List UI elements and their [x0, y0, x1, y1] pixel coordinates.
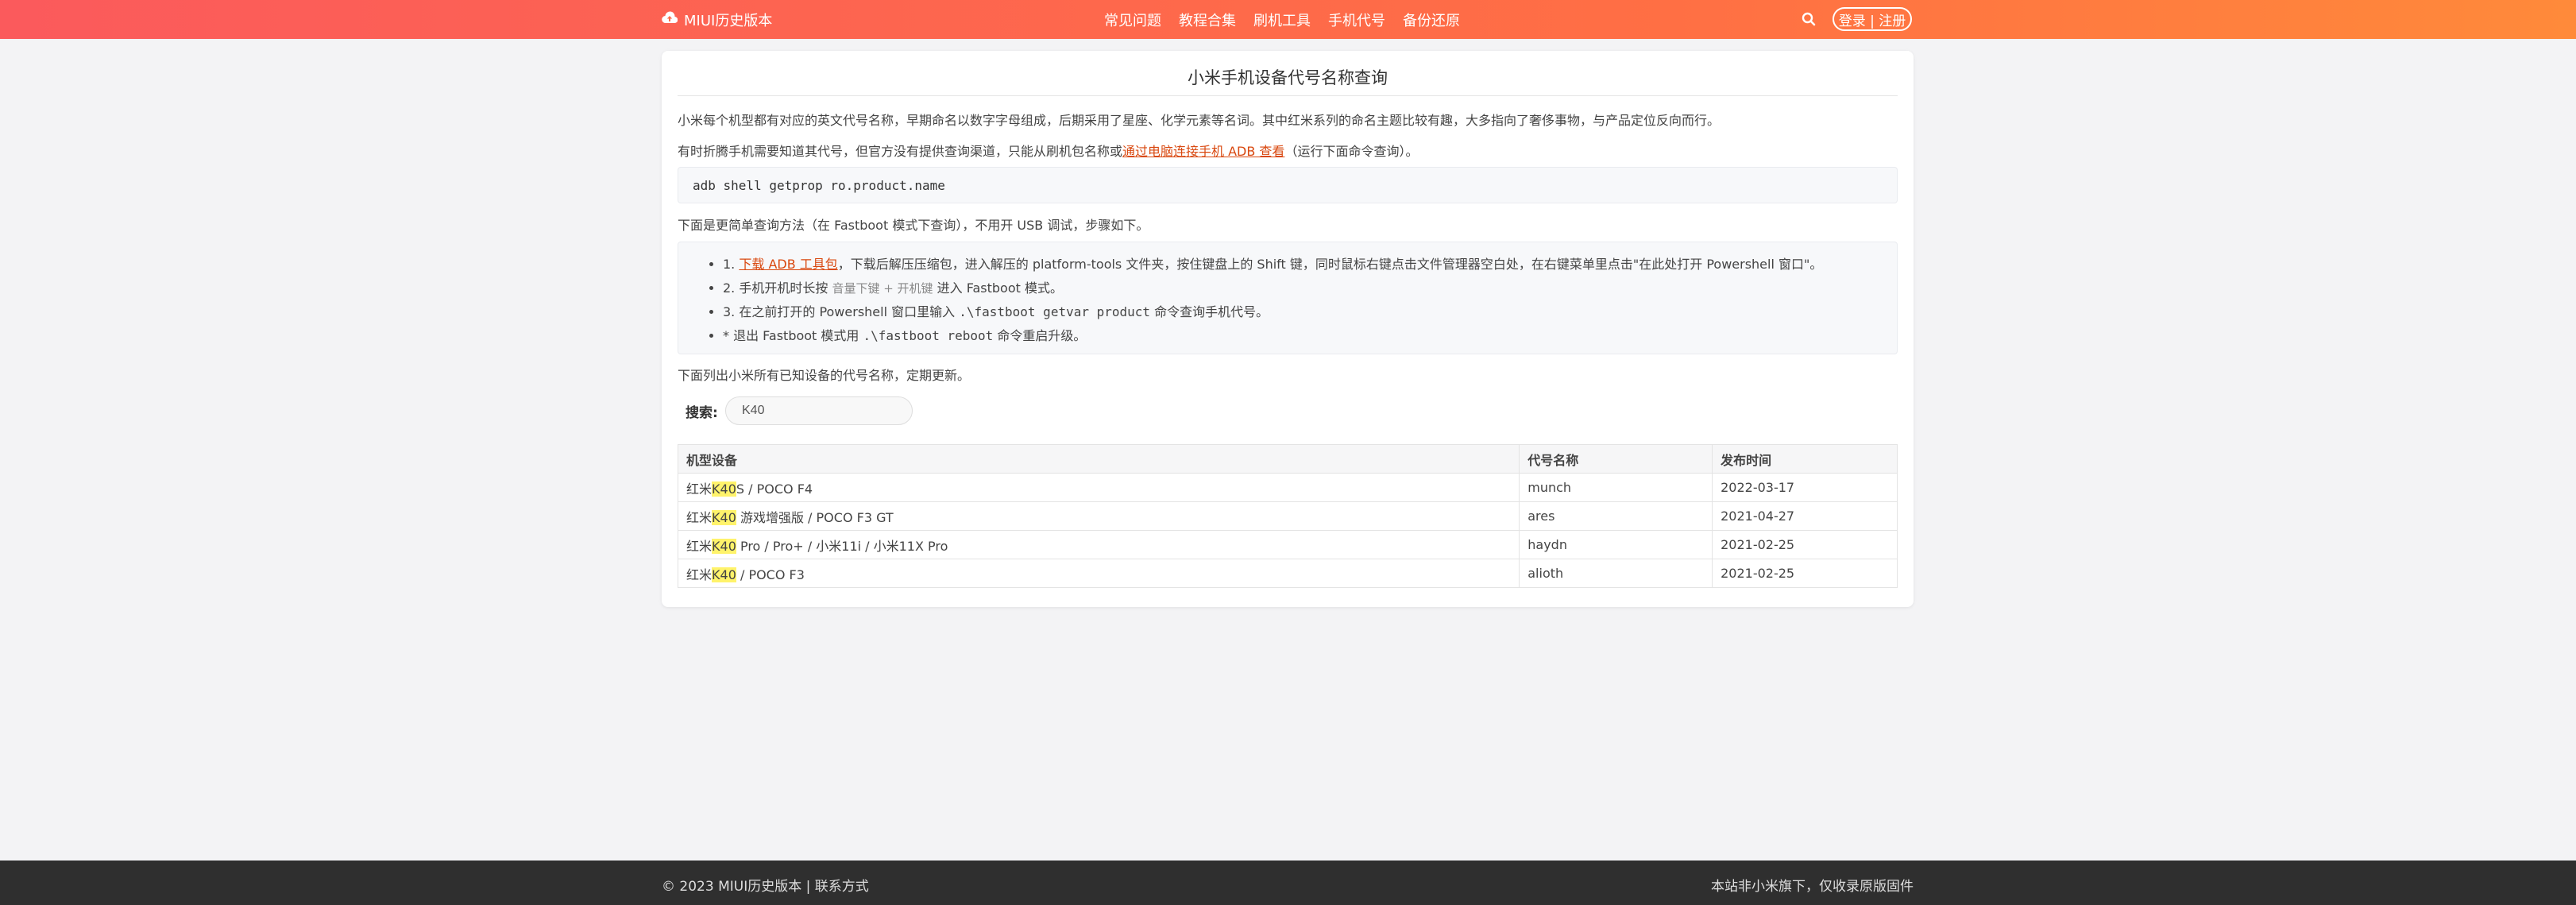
main-nav: 常见问题 教程合集 刷机工具 手机代号 备份还原 [1104, 0, 1460, 39]
step-4-command: .\fastboot reboot [863, 328, 994, 343]
step-3-command: .\fastboot getvar product [959, 304, 1151, 319]
brand-name: MIUI历史版本 [684, 12, 773, 29]
table-row[interactable]: 红米K40S / POCO F4 munch 2022-03-17 [677, 473, 1898, 502]
step-3: 3. 在之前打开的 Powershell 窗口里输入 .\fastboot ge… [723, 301, 1269, 320]
adb-text-pre: 有时折腾手机需要知道其代号，但官方没有提供查询渠道，只能从刷机包名称或 [678, 144, 1123, 159]
device-table: 机型设备 代号名称 发布时间 红米K40S / POCO F4 munch 20… [677, 444, 1898, 588]
device-cell: 红米K40 / POCO F3 [677, 559, 1520, 588]
steps-box: 1. 下载 ADB 工具包，下载后解压压缩包，进入解压的 platform-to… [678, 242, 1898, 354]
step-3-pre: 3. 在之前打开的 Powershell 窗口里输入 [723, 304, 956, 319]
column-header-codename[interactable]: 代号名称 [1519, 444, 1713, 474]
page-title: 小米手机设备代号名称查询 [678, 65, 1898, 96]
nav-flash-tools[interactable]: 刷机工具 [1253, 10, 1311, 30]
device-suffix: 游戏增强版 / POCO F3 GT [736, 509, 894, 525]
search-highlight: K40 [712, 509, 736, 525]
login-register-button[interactable]: 登录 | 注册 [1833, 7, 1912, 31]
device-cell: 红米K40S / POCO F4 [677, 473, 1520, 502]
device-suffix: Pro / Pro+ / 小米11i / 小米11X Pro [736, 538, 948, 554]
device-suffix: / POCO F3 [736, 567, 805, 582]
table-row[interactable]: 红米K40 Pro / Pro+ / 小米11i / 小米11X Pro hay… [677, 530, 1898, 559]
column-header-release-date[interactable]: 发布时间 [1712, 444, 1898, 474]
device-cell: 红米K40 Pro / Pro+ / 小米11i / 小米11X Pro [677, 530, 1520, 559]
step-2-keys: 音量下键 + 开机键 [832, 281, 933, 296]
step-3-post: 命令查询手机代号。 [1154, 304, 1269, 319]
intro-paragraph: 小米每个机型都有对应的英文代号名称，早期命名以数字字母组成，后期采用了星座、化学… [678, 113, 1721, 128]
page-footer: © 2023 MIUI历史版本 | 联系方式 本站非小米旗下，仅收录原版固件 [0, 861, 2576, 905]
device-prefix: 红米 [686, 509, 713, 525]
brand-link[interactable]: MIUI历史版本 [662, 0, 772, 39]
step-1: 1. 下载 ADB 工具包，下载后解压压缩包，进入解压的 platform-to… [723, 253, 1822, 273]
device-prefix: 红米 [686, 481, 713, 497]
codename-cell: munch [1519, 473, 1713, 502]
device-suffix: S / POCO F4 [736, 481, 813, 497]
nav-faq[interactable]: 常见问题 [1104, 10, 1161, 30]
search-highlight: K40 [712, 481, 736, 497]
search-highlight: K40 [712, 567, 736, 582]
device-prefix: 红米 [686, 567, 713, 582]
nav-backup-restore[interactable]: 备份还原 [1403, 10, 1460, 30]
content-card: 小米手机设备代号名称查询 小米每个机型都有对应的英文代号名称，早期命名以数字字母… [662, 51, 1914, 607]
column-header-device[interactable]: 机型设备 [677, 444, 1520, 474]
device-cell: 红米K40 游戏增强版 / POCO F3 GT [677, 501, 1520, 531]
adb-text-post: （运行下面命令查询）。 [1284, 144, 1419, 159]
codename-cell: alioth [1519, 559, 1713, 588]
table-row[interactable]: 红米K40 游戏增强版 / POCO F3 GT ares 2021-04-27 [677, 501, 1898, 531]
search-highlight: K40 [712, 538, 736, 554]
device-prefix: 红米 [686, 538, 713, 554]
adb-paragraph: 有时折腾手机需要知道其代号，但官方没有提供查询渠道，只能从刷机包名称或通过电脑连… [678, 141, 1418, 160]
search-icon[interactable] [1801, 11, 1817, 27]
adb-guide-link[interactable]: 通过电脑连接手机 ADB 查看 [1122, 144, 1284, 159]
step-4: * 退出 Fastboot 模式用 .\fastboot reboot 命令重启… [723, 325, 1086, 344]
cloud-upload-icon [662, 11, 678, 28]
table-row[interactable]: 红米K40 / POCO F3 alioth 2021-02-25 [677, 559, 1898, 588]
date-cell: 2021-02-25 [1712, 530, 1898, 559]
footer-copyright[interactable]: © 2023 MIUI历史版本 | 联系方式 [662, 875, 869, 895]
date-cell: 2021-02-25 [1712, 559, 1898, 588]
step-4-pre: * 退出 Fastboot 模式用 [723, 328, 859, 343]
step-2-pre: 2. 手机开机时长按 [723, 280, 828, 296]
fastboot-intro: 下面是更简单查询方法（在 Fastboot 模式下查询），不用开 USB 调试，… [678, 218, 1149, 233]
list-intro: 下面列出小米所有已知设备的代号名称，定期更新。 [678, 368, 971, 383]
footer-disclaimer: 本站非小米旗下，仅收录原版固件 [1711, 879, 1914, 895]
adb-command-block: adb shell getprop ro.product.name [678, 167, 1898, 203]
top-navbar: MIUI历史版本 常见问题 教程合集 刷机工具 手机代号 备份还原 登录 | 注… [0, 0, 2576, 39]
nav-device-codenames[interactable]: 手机代号 [1328, 10, 1385, 30]
step-1-text: ，下载后解压压缩包，进入解压的 platform-tools 文件夹，按住键盘上… [837, 257, 1823, 272]
search-input[interactable] [725, 396, 913, 425]
download-adb-link[interactable]: 下载 ADB 工具包 [739, 257, 837, 272]
codename-cell: ares [1519, 501, 1713, 531]
date-cell: 2022-03-17 [1712, 473, 1898, 502]
step-2: 2. 手机开机时长按 音量下键 + 开机键 进入 Fastboot 模式。 [723, 277, 1063, 296]
nav-tutorials[interactable]: 教程合集 [1179, 10, 1236, 30]
search-label: 搜索: [686, 405, 718, 421]
adb-command: adb shell getprop ro.product.name [693, 177, 945, 193]
table-header-row: 机型设备 代号名称 发布时间 [677, 444, 1898, 474]
date-cell: 2021-04-27 [1712, 501, 1898, 531]
codename-cell: haydn [1519, 530, 1713, 559]
step-1-number: 1. [723, 257, 736, 272]
step-2-post: 进入 Fastboot 模式。 [937, 280, 1063, 296]
step-4-post: 命令重启升级。 [997, 328, 1087, 343]
